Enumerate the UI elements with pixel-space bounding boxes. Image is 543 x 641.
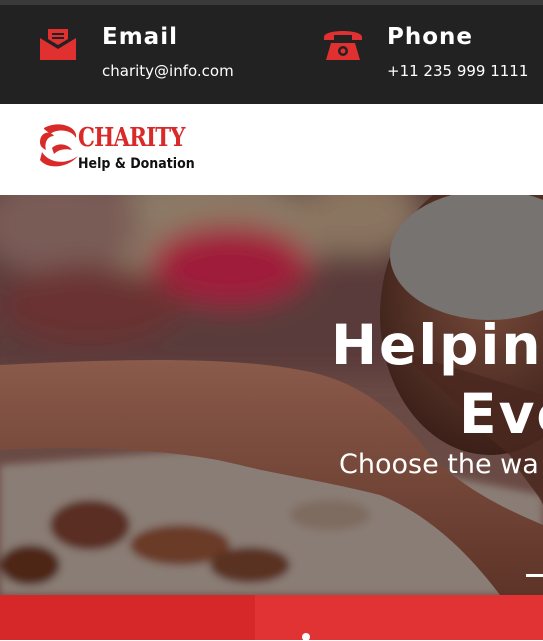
phone-value[interactable]: +11 235 999 1111 <box>387 62 528 80</box>
feature-block-2[interactable] <box>255 595 543 640</box>
slider-indicator[interactable] <box>526 574 543 577</box>
hero-banner: Helping Eve Choose the wa <box>0 195 543 595</box>
hero-heading-line1: Helping <box>331 313 543 377</box>
header: CHARITY Help & Donation <box>0 104 543 195</box>
envelope-icon <box>40 27 76 65</box>
feature-block-1[interactable] <box>0 595 255 640</box>
phone-contact[interactable]: Phone +11 235 999 1111 <box>270 5 543 104</box>
hands-logo-icon <box>38 122 80 174</box>
hero-subheading: Choose the wa <box>339 449 539 480</box>
contact-bar: Email charity@info.com Phone +11 235 999… <box>0 5 543 104</box>
telephone-icon <box>322 25 364 65</box>
logo-tagline: Help & Donation <box>78 156 195 172</box>
email-title: Email <box>102 24 178 50</box>
hero-heading-line2: Eve <box>459 382 543 446</box>
email-contact[interactable]: Email charity@info.com <box>0 5 260 104</box>
phone-title: Phone <box>387 24 474 50</box>
email-value[interactable]: charity@info.com <box>102 62 234 80</box>
site-logo[interactable]: CHARITY Help & Donation <box>38 122 198 177</box>
logo-name: CHARITY <box>78 123 186 153</box>
